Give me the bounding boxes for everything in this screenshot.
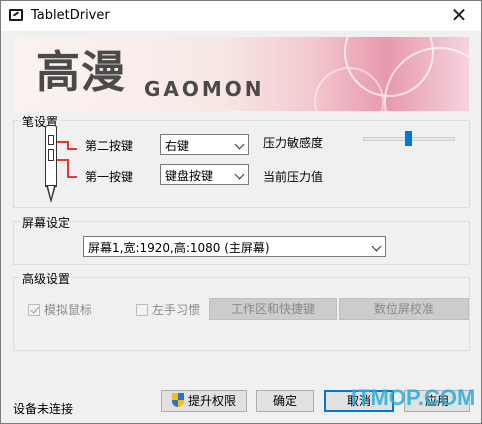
brand-logo-english: GAOMON bbox=[144, 77, 265, 101]
button1-label: 第一按键 bbox=[85, 170, 134, 184]
leader-line bbox=[67, 159, 69, 177]
brand-logo-chinese: 高漫 bbox=[36, 47, 126, 98]
leader-line bbox=[67, 176, 77, 178]
watermark-text: ITMOP.COM bbox=[351, 385, 476, 410]
elevate-permissions-button[interactable]: 提升权限 bbox=[161, 390, 247, 412]
screen-settings-title: 屏幕设定 bbox=[20, 214, 73, 231]
pressure-sensitivity-label: 压力敏感度 bbox=[263, 136, 324, 150]
advanced-settings-title: 高级设置 bbox=[20, 270, 73, 287]
calibrate-display-button[interactable]: 数位屏校准 bbox=[339, 298, 469, 320]
checkbox-checked-icon bbox=[28, 303, 40, 316]
button2-select[interactable]: 右键 bbox=[160, 134, 249, 155]
left-hand-label: 左手习惯 bbox=[152, 303, 201, 317]
chevron-down-icon bbox=[371, 241, 382, 252]
simulate-mouse-label: 模拟鼠标 bbox=[44, 303, 93, 317]
brand-banner: 高漫 GAOMON bbox=[14, 37, 469, 111]
chevron-down-icon bbox=[234, 169, 245, 180]
pen-tip-inner bbox=[48, 186, 54, 198]
chevron-down-icon bbox=[234, 139, 245, 150]
left-hand-checkbox[interactable]: 左手习惯 bbox=[136, 301, 200, 318]
button1-select[interactable]: 键盘按键 bbox=[160, 164, 249, 185]
screen-select-value: 屏幕1,宽:1920,高:1080 (主屏幕) bbox=[88, 241, 270, 255]
pen-lower-button bbox=[48, 149, 54, 161]
button2-select-value: 右键 bbox=[165, 139, 190, 153]
window-title: TabletDriver bbox=[31, 8, 110, 23]
leader-line bbox=[67, 148, 77, 150]
ok-button[interactable]: 确定 bbox=[256, 390, 314, 412]
screen-select[interactable]: 屏幕1,宽:1920,高:1080 (主屏幕) bbox=[83, 236, 386, 257]
tablet-driver-window: TabletDriver ✕ 高漫 GAOMON 笔设置 第二按键 右键 第一按… bbox=[0, 0, 482, 424]
simulate-mouse-checkbox[interactable]: 模拟鼠标 bbox=[28, 301, 92, 318]
pressure-sensitivity-slider-thumb[interactable] bbox=[405, 131, 412, 146]
work-area-shortcuts-button[interactable]: 工作区和快捷键 bbox=[209, 298, 337, 320]
close-button[interactable]: ✕ bbox=[437, 1, 481, 31]
title-bar[interactable]: TabletDriver ✕ bbox=[1, 1, 481, 31]
button2-label: 第二按键 bbox=[85, 139, 134, 153]
current-pressure-label: 当前压力值 bbox=[263, 170, 324, 184]
device-status-text: 设备未连接 bbox=[13, 402, 74, 416]
uac-shield-icon bbox=[171, 393, 184, 407]
tablet-app-icon bbox=[9, 9, 23, 21]
elevate-permissions-label: 提升权限 bbox=[187, 394, 236, 408]
checkbox-unchecked-icon bbox=[136, 303, 148, 316]
pen-upper-button bbox=[48, 135, 54, 145]
button1-select-value: 键盘按键 bbox=[165, 169, 214, 183]
